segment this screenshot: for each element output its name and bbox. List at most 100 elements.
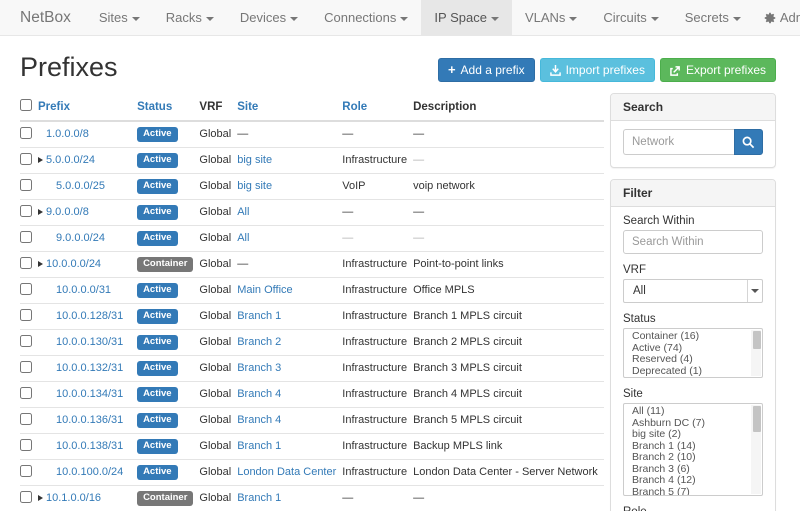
scrollbar-thumb[interactable] [753, 406, 761, 432]
site-link[interactable]: Branch 3 [237, 362, 281, 374]
nav-item-connections[interactable]: Connections [311, 0, 421, 35]
prefix-link[interactable]: 10.0.0.138/31 [56, 440, 123, 452]
add-prefix-button[interactable]: + Add a prefix [438, 58, 535, 82]
search-input[interactable] [623, 129, 734, 155]
status-cell: Active [137, 226, 199, 252]
search-icon [742, 136, 755, 149]
scrollbar-thumb[interactable] [753, 331, 761, 349]
expand-arrow-icon[interactable] [38, 157, 43, 163]
prefix-link[interactable]: 10.0.0.130/31 [56, 336, 123, 348]
import-prefixes-label: Import prefixes [566, 63, 645, 77]
site-cell: — [237, 121, 342, 148]
listbox-option[interactable]: Container (16) [624, 331, 750, 343]
row-checkbox[interactable] [20, 361, 32, 373]
site-link[interactable]: Branch 1 [237, 440, 281, 452]
nav-item-sites[interactable]: Sites [86, 0, 153, 35]
role-cell: Infrastructure [342, 356, 413, 382]
prefix-link[interactable]: 10.0.0.128/31 [56, 310, 123, 322]
prefix-link[interactable]: 9.0.0.0/24 [56, 232, 105, 244]
table-row: 10.0.0.0/24ContainerGlobal—Infrastructur… [20, 252, 604, 278]
select-all-checkbox[interactable] [20, 99, 32, 111]
export-prefixes-button[interactable]: Export prefixes [660, 58, 776, 82]
row-checkbox-cell [20, 226, 38, 252]
row-checkbox[interactable] [20, 153, 32, 165]
nav-item-circuits[interactable]: Circuits [590, 0, 671, 35]
column-header-site[interactable]: Site [237, 93, 342, 121]
prefix-link[interactable]: 10.0.0.0/24 [46, 258, 101, 270]
site-link[interactable]: All [237, 206, 249, 218]
column-header-status[interactable]: Status [137, 93, 199, 121]
row-checkbox[interactable] [20, 491, 32, 503]
row-checkbox[interactable] [20, 257, 32, 269]
row-checkbox-cell [20, 121, 38, 148]
filter-select-vrf[interactable]: All [623, 279, 763, 303]
row-checkbox[interactable] [20, 179, 32, 191]
prefix-link[interactable]: 10.0.0.134/31 [56, 388, 123, 400]
nav-item-devices[interactable]: Devices [227, 0, 311, 35]
row-checkbox[interactable] [20, 465, 32, 477]
nav-item-admin[interactable]: Admin [754, 0, 800, 35]
listbox-option[interactable]: big site (2) [624, 429, 750, 441]
nav-item-secrets[interactable]: Secrets [672, 0, 754, 35]
site-link[interactable]: All [237, 232, 249, 244]
listbox-option[interactable]: All (11) [624, 406, 750, 418]
site-link[interactable]: Branch 4 [237, 388, 281, 400]
prefix-link[interactable]: 10.0.100.0/24 [56, 466, 123, 478]
status-badge: Active [137, 231, 178, 246]
status-badge: Active [137, 309, 178, 324]
listbox-option[interactable]: Deprecated (1) [624, 366, 750, 378]
prefix-link[interactable]: 10.0.0.0/31 [56, 284, 111, 296]
prefix-link[interactable]: 10.0.0.136/31 [56, 414, 123, 426]
row-checkbox[interactable] [20, 439, 32, 451]
filter-input-search-within[interactable] [623, 230, 763, 254]
brand-logo[interactable]: NetBox [0, 0, 86, 35]
column-header-prefix[interactable]: Prefix [38, 93, 137, 121]
row-checkbox[interactable] [20, 127, 32, 139]
expand-arrow-icon[interactable] [38, 261, 43, 267]
search-button[interactable] [734, 129, 763, 155]
expand-arrow-icon[interactable] [38, 209, 43, 215]
site-link[interactable]: Branch 2 [237, 336, 281, 348]
nav-item-vlans[interactable]: VLANs [512, 0, 590, 35]
listbox-option[interactable]: Branch 5 (7) [624, 487, 750, 497]
site-link[interactable]: big site [237, 180, 272, 192]
site-link[interactable]: Main Office [237, 284, 292, 296]
site-link[interactable]: Branch 1 [237, 492, 281, 504]
expand-arrow-icon[interactable] [38, 495, 43, 501]
column-header-role[interactable]: Role [342, 93, 413, 121]
site-link[interactable]: Branch 4 [237, 414, 281, 426]
table-row: 10.0.0.0/31ActiveGlobalMain OfficeInfras… [20, 278, 604, 304]
prefix-link[interactable]: 5.0.0.0/25 [56, 180, 105, 192]
prefix-cell: 10.0.100.0/24 [38, 460, 137, 486]
row-checkbox[interactable] [20, 231, 32, 243]
chevron-down-icon [132, 17, 140, 21]
listbox-option[interactable]: Reserved (4) [624, 354, 750, 366]
prefix-link[interactable]: 10.0.0.132/31 [56, 362, 123, 374]
prefix-link[interactable]: 5.0.0.0/24 [46, 154, 95, 166]
listbox-option[interactable]: Branch 2 (10) [624, 452, 750, 464]
nav-item-ip-space[interactable]: IP Space [421, 0, 512, 35]
vrf-cell: Global [199, 252, 237, 278]
row-checkbox[interactable] [20, 413, 32, 425]
row-checkbox[interactable] [20, 309, 32, 321]
table-header-row: PrefixStatusVRFSiteRoleDescription [20, 93, 604, 121]
prefix-cell: 10.0.0.0/24 [38, 252, 137, 278]
row-checkbox-cell [20, 148, 38, 174]
row-checkbox[interactable] [20, 283, 32, 295]
prefix-link[interactable]: 10.1.0.0/16 [46, 492, 101, 504]
site-link[interactable]: Branch 1 [237, 310, 281, 322]
row-checkbox[interactable] [20, 335, 32, 347]
filter-listbox-site[interactable]: All (11)Ashburn DC (7)big site (2)Branch… [623, 403, 763, 496]
nav-item-racks[interactable]: Racks [153, 0, 227, 35]
prefix-link[interactable]: 1.0.0.0/8 [46, 128, 89, 140]
listbox-option[interactable]: Branch 4 (12) [624, 475, 750, 487]
site-link[interactable]: London Data Center [237, 466, 336, 478]
site-link[interactable]: big site [237, 154, 272, 166]
role-cell: Infrastructure [342, 434, 413, 460]
prefix-link[interactable]: 9.0.0.0/8 [46, 206, 89, 218]
import-prefixes-button[interactable]: Import prefixes [540, 58, 655, 82]
row-checkbox[interactable] [20, 205, 32, 217]
filter-listbox-status[interactable]: Container (16)Active (74)Reserved (4)Dep… [623, 328, 763, 378]
table-row: 5.0.0.0/25ActiveGlobalbig siteVoIPvoip n… [20, 174, 604, 200]
row-checkbox[interactable] [20, 387, 32, 399]
